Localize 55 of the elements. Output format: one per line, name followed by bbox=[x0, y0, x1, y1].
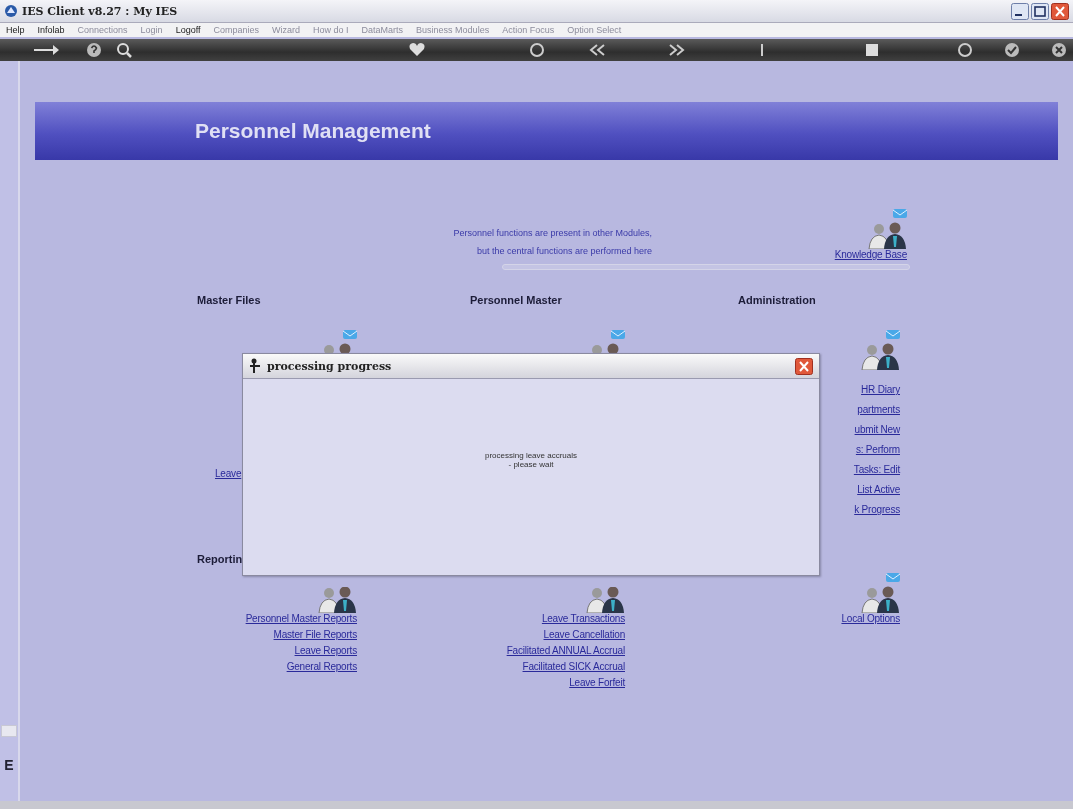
side-label: E bbox=[4, 757, 14, 773]
rewind-icon[interactable] bbox=[588, 41, 606, 59]
status-text: - please wait bbox=[508, 460, 554, 469]
menu-link[interactable]: List Active bbox=[857, 484, 900, 495]
section-heading: Reportin bbox=[196, 553, 244, 565]
circle-icon[interactable] bbox=[956, 41, 974, 59]
search-icon[interactable] bbox=[115, 41, 133, 59]
maximize-button[interactable] bbox=[1031, 2, 1049, 20]
menu-item[interactable]: Help bbox=[6, 25, 25, 35]
menu-link[interactable]: Leave bbox=[215, 468, 242, 479]
section-heading: Master Files bbox=[197, 294, 261, 306]
status-text: processing leave accruals bbox=[484, 451, 577, 460]
report-link[interactable]: General Reports bbox=[286, 661, 357, 672]
menu-link[interactable]: s: Perform bbox=[855, 444, 900, 455]
people-icon bbox=[585, 587, 625, 613]
report-link[interactable]: Leave Reports bbox=[294, 645, 357, 656]
minimize-button[interactable] bbox=[1011, 2, 1029, 20]
forward-icon[interactable] bbox=[668, 41, 686, 59]
page-title: Personnel Management bbox=[195, 119, 431, 143]
report-link[interactable]: Master File Reports bbox=[273, 629, 357, 640]
menu-link[interactable]: Tasks: Edit bbox=[853, 464, 900, 475]
menu-link[interactable]: partments bbox=[857, 404, 900, 415]
info-text: Personnel functions are present in other Modules, bbox=[453, 228, 652, 238]
knowledge-base-link[interactable]: Knowledge Base bbox=[834, 249, 907, 260]
menu-link[interactable]: ubmit New bbox=[854, 424, 900, 435]
square-icon[interactable] bbox=[863, 41, 881, 59]
close-icon[interactable] bbox=[1050, 41, 1068, 59]
report-link[interactable]: Leave Transactions bbox=[541, 613, 625, 624]
report-link[interactable]: Facilitated SICK Accrual bbox=[522, 661, 625, 672]
pin-icon bbox=[249, 358, 261, 374]
close-button[interactable] bbox=[1051, 2, 1069, 20]
menu-link[interactable]: HR Diary bbox=[861, 384, 900, 395]
help-icon[interactable] bbox=[85, 41, 103, 59]
report-link[interactable]: Leave Forfeit bbox=[569, 677, 625, 688]
section-heading: Personnel Master bbox=[470, 294, 562, 306]
info-text: but the central functions are performed here bbox=[476, 246, 652, 256]
report-link[interactable]: Personnel Master Reports bbox=[245, 613, 357, 624]
close-button[interactable] bbox=[795, 357, 813, 375]
window-title: IES Client v8.27 : My IES bbox=[22, 4, 178, 18]
section-heading: Administration bbox=[738, 294, 816, 306]
report-link[interactable]: Leave Cancellation bbox=[543, 629, 625, 640]
circle-icon[interactable] bbox=[528, 41, 546, 59]
people-icon bbox=[317, 587, 357, 613]
report-link[interactable]: Facilitated ANNUAL Accrual bbox=[506, 645, 625, 656]
people-mail-icon bbox=[860, 573, 900, 613]
app-icon bbox=[4, 4, 18, 18]
check-icon[interactable] bbox=[1003, 41, 1021, 59]
report-link[interactable]: Local Options bbox=[841, 613, 900, 624]
people-mail-icon bbox=[860, 330, 900, 370]
people-mail-icon bbox=[867, 209, 907, 249]
menu-item[interactable]: Infolab bbox=[37, 25, 65, 35]
menu-item[interactable]: Logoff bbox=[175, 25, 201, 35]
menu-link[interactable]: k Progress bbox=[854, 504, 900, 515]
dialog-title: processing progress bbox=[267, 359, 392, 373]
heart-icon[interactable] bbox=[408, 41, 426, 59]
